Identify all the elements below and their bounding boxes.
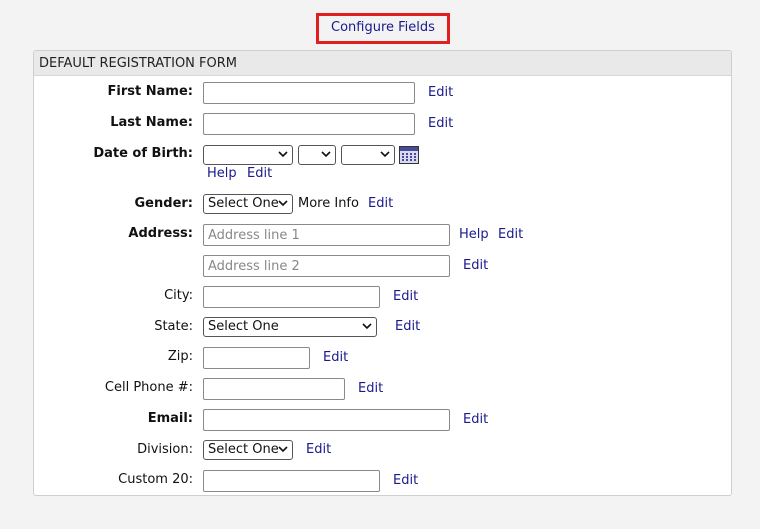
gender-edit-link[interactable]: Edit bbox=[368, 196, 393, 211]
address-label: Address: bbox=[128, 226, 193, 241]
cell-phone-label: Cell Phone #: bbox=[104, 380, 193, 395]
last-name-label: Last Name: bbox=[110, 115, 193, 130]
dob-year-select[interactable] bbox=[341, 145, 395, 165]
zip-label: Zip: bbox=[167, 349, 193, 364]
division-label: Division: bbox=[137, 442, 193, 457]
email-label: Email: bbox=[147, 411, 193, 426]
address-edit-link[interactable]: Edit bbox=[498, 227, 523, 242]
chevron-down-icon bbox=[278, 151, 288, 158]
dob-edit-link[interactable]: Edit bbox=[247, 166, 272, 181]
dob-day-select[interactable] bbox=[298, 145, 336, 165]
chevron-down-icon bbox=[362, 323, 372, 330]
last-name-edit-link[interactable]: Edit bbox=[428, 116, 453, 131]
custom20-edit-link[interactable]: Edit bbox=[393, 473, 418, 488]
gender-select[interactable]: Select One bbox=[203, 194, 293, 214]
cell-phone-field[interactable] bbox=[203, 378, 345, 400]
gender-label: Gender: bbox=[134, 196, 193, 211]
address-help-link[interactable]: Help bbox=[459, 227, 489, 242]
dob-help-link[interactable]: Help bbox=[207, 166, 237, 181]
state-select[interactable]: Select One bbox=[203, 317, 377, 337]
division-edit-link[interactable]: Edit bbox=[306, 442, 331, 457]
dob-month-select[interactable] bbox=[203, 145, 293, 165]
city-edit-link[interactable]: Edit bbox=[393, 289, 418, 304]
gender-select-value: Select One bbox=[208, 196, 279, 211]
dob-label: Date of Birth: bbox=[93, 146, 193, 161]
custom20-label: Custom 20: bbox=[118, 472, 193, 487]
first-name-field[interactable] bbox=[203, 82, 415, 104]
address-line2-field[interactable] bbox=[203, 255, 450, 277]
form-title: DEFAULT REGISTRATION FORM bbox=[39, 56, 238, 71]
city-label: City: bbox=[164, 288, 193, 303]
cell-phone-edit-link[interactable]: Edit bbox=[358, 381, 383, 396]
last-name-field[interactable] bbox=[203, 113, 415, 135]
address-line1-field[interactable] bbox=[203, 224, 450, 246]
division-select-value: Select One bbox=[208, 442, 279, 457]
chevron-down-icon bbox=[380, 151, 390, 158]
address-line2-edit-link[interactable]: Edit bbox=[463, 258, 488, 273]
calendar-icon[interactable] bbox=[399, 146, 419, 164]
state-edit-link[interactable]: Edit bbox=[395, 319, 420, 334]
zip-edit-link[interactable]: Edit bbox=[323, 350, 348, 365]
first-name-edit-link[interactable]: Edit bbox=[428, 85, 453, 100]
zip-field[interactable] bbox=[203, 347, 310, 369]
email-edit-link[interactable]: Edit bbox=[463, 412, 488, 427]
state-label: State: bbox=[154, 319, 193, 334]
first-name-label: First Name: bbox=[107, 84, 193, 99]
chevron-down-icon bbox=[278, 446, 288, 453]
chevron-down-icon bbox=[278, 200, 288, 207]
division-select[interactable]: Select One bbox=[203, 440, 293, 460]
panel-header: DEFAULT REGISTRATION FORM bbox=[34, 51, 731, 76]
state-select-value: Select One bbox=[208, 319, 279, 334]
chevron-down-icon bbox=[321, 151, 331, 158]
city-field[interactable] bbox=[203, 286, 380, 308]
custom20-field[interactable] bbox=[203, 470, 380, 492]
email-field[interactable] bbox=[203, 409, 450, 431]
configure-fields-link[interactable]: Configure Fields bbox=[331, 20, 435, 35]
gender-more-info: More Info bbox=[298, 196, 359, 211]
